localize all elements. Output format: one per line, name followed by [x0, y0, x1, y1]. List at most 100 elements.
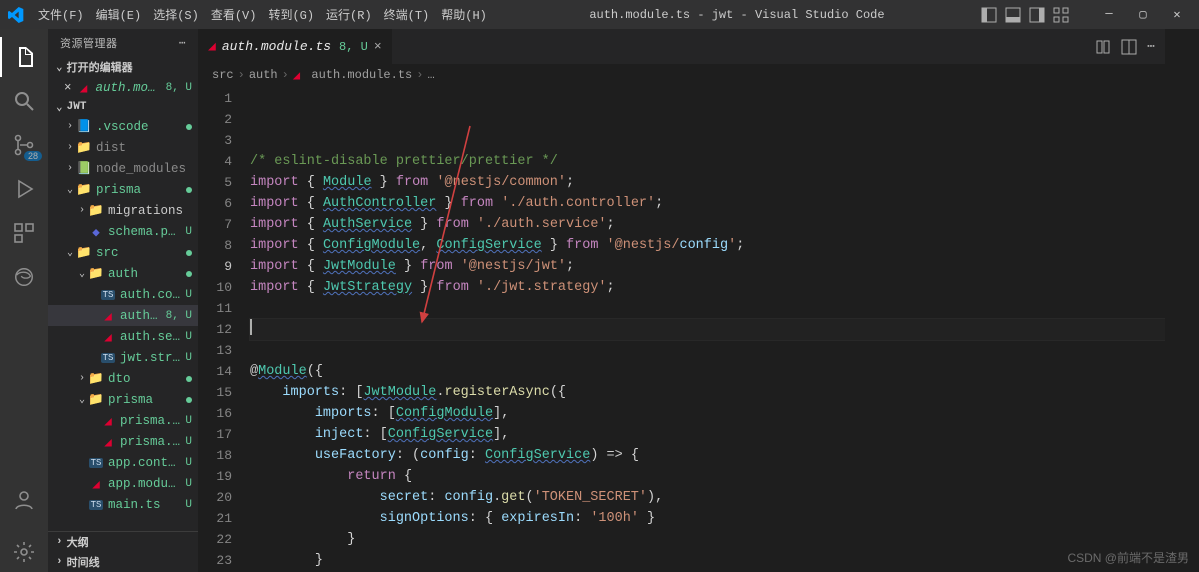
watermark: CSDN @前端不是渣男: [1067, 549, 1189, 566]
folder-icon: 📁: [88, 371, 104, 386]
tree-file[interactable]: TSjwt.strate…U: [48, 347, 198, 368]
menu-goto[interactable]: 转到(G): [262, 6, 320, 23]
window-minimize[interactable]: ─: [1095, 7, 1123, 22]
code-line[interactable]: inject: [ConfigService],: [250, 424, 1165, 445]
code-line[interactable]: import { AuthController } from './auth.c…: [250, 193, 1165, 214]
tree-folder[interactable]: ›📁migrations: [48, 200, 198, 221]
layout-icon-3[interactable]: [1029, 7, 1045, 23]
tab-status: 8, U: [339, 40, 368, 54]
angular-icon: ◢: [100, 434, 116, 450]
tree-folder[interactable]: ⌄📁prisma: [48, 179, 198, 200]
code-line[interactable]: signOptions: { expiresIn: '100h' }: [250, 508, 1165, 529]
code-line[interactable]: import { ConfigModule, ConfigService } f…: [250, 235, 1165, 256]
folder-icon: 📁: [88, 266, 104, 281]
menu-terminal[interactable]: 终端(T): [378, 6, 436, 23]
layout-icon-1[interactable]: [981, 7, 997, 23]
extensions-icon: [12, 221, 36, 245]
code-line[interactable]: [250, 298, 1165, 319]
layout-customize-icon[interactable]: [1053, 7, 1069, 23]
close-icon[interactable]: ×: [64, 81, 72, 95]
more-icon[interactable]: ⋯: [179, 36, 186, 50]
tree-file[interactable]: ◢prisma.ser…U: [48, 431, 198, 452]
tree-file[interactable]: ◢auth.servi…U: [48, 326, 198, 347]
open-editors-section[interactable]: ⌄打开的编辑器: [48, 57, 198, 77]
tree-file[interactable]: TSmain.tsU: [48, 494, 198, 515]
activity-settings[interactable]: [0, 532, 48, 572]
tree-folder[interactable]: ›📁dist: [48, 137, 198, 158]
window-maximize[interactable]: ▢: [1129, 7, 1157, 22]
tab-filename: auth.module.ts: [222, 39, 331, 54]
vscode-logo-icon: [8, 7, 24, 23]
outline-section[interactable]: ›大纲: [48, 531, 198, 552]
tree-folder[interactable]: ›📗node_modules: [48, 158, 198, 179]
menu-view[interactable]: 查看(V): [205, 6, 263, 23]
files-icon: [13, 45, 37, 69]
ts-icon: TS: [100, 353, 116, 363]
edge-icon: [13, 266, 35, 288]
menubar: 文件(F) 编辑(E) 选择(S) 查看(V) 转到(G) 运行(R) 终端(T…: [0, 0, 1199, 29]
folder-icon: 📁: [88, 203, 104, 218]
activity-edge[interactable]: [0, 257, 48, 297]
code-line[interactable]: import { AuthService } from './auth.serv…: [250, 214, 1165, 235]
tree-file[interactable]: ◢app.modul…U: [48, 473, 198, 494]
code-line[interactable]: imports: [ConfigModule],: [250, 403, 1165, 424]
tree-folder[interactable]: ⌄📁src: [48, 242, 198, 263]
gear-icon: [12, 540, 36, 564]
code-line[interactable]: }: [250, 550, 1165, 571]
scm-badge: 28: [24, 151, 42, 161]
project-section[interactable]: ⌄JWT: [48, 98, 198, 116]
tab-auth-module[interactable]: ◢ auth.module.ts 8, U ×: [198, 29, 393, 64]
menu-file[interactable]: 文件(F): [32, 6, 90, 23]
angular-icon: ◢: [100, 413, 116, 429]
tab-close-icon[interactable]: ×: [374, 39, 382, 54]
tree-file[interactable]: ◆schema.pris…U: [48, 221, 198, 242]
tree-file[interactable]: ◢prisma.m…U: [48, 410, 198, 431]
tree-folder[interactable]: ›📘.vscode: [48, 116, 198, 137]
tree-folder[interactable]: ⌄📁auth: [48, 263, 198, 284]
tab-bar: ◢ auth.module.ts 8, U × ⋯: [198, 29, 1165, 64]
ts-icon: TS: [88, 458, 104, 468]
code-line[interactable]: import { JwtStrategy } from './jwt.strat…: [250, 277, 1165, 298]
timeline-section[interactable]: ›时间线: [48, 552, 198, 572]
green-icon: 📗: [76, 161, 92, 176]
window-close[interactable]: ✕: [1163, 7, 1191, 22]
breadcrumbs[interactable]: src› auth› ◢ auth.module.ts› …: [198, 64, 1165, 86]
tree-file[interactable]: TSapp.control…U: [48, 452, 198, 473]
code-line[interactable]: useFactory: (config: ConfigService) => {: [250, 445, 1165, 466]
activity-extensions[interactable]: [0, 213, 48, 253]
activity-explorer[interactable]: [0, 37, 48, 77]
folder-icon: 📁: [76, 182, 92, 197]
split-icon[interactable]: [1121, 39, 1137, 55]
tree-file[interactable]: ◢auth.m…8, U: [48, 305, 198, 326]
debug-icon: [12, 177, 36, 201]
code-line[interactable]: /* eslint-disable prettier/prettier */: [250, 151, 1165, 172]
menu-edit[interactable]: 编辑(E): [90, 6, 148, 23]
menu-help[interactable]: 帮助(H): [435, 6, 493, 23]
code-line[interactable]: secret: config.get('TOKEN_SECRET'),: [250, 487, 1165, 508]
activity-search[interactable]: [0, 81, 48, 121]
code-line[interactable]: import { Module } from '@nestjs/common';: [250, 172, 1165, 193]
code-line[interactable]: return {: [250, 466, 1165, 487]
tree-folder[interactable]: ›📁dto: [48, 368, 198, 389]
code-line[interactable]: import { JwtModule } from '@nestjs/jwt';: [250, 256, 1165, 277]
tree-file[interactable]: TSauth.contr…U: [48, 284, 198, 305]
tree-folder[interactable]: ⌄📁prisma: [48, 389, 198, 410]
angular-icon: ◢: [76, 80, 92, 96]
activity-account[interactable]: [0, 480, 48, 520]
code-line[interactable]: imports: [JwtModule.registerAsync({: [250, 382, 1165, 403]
code-line[interactable]: }: [250, 529, 1165, 550]
code-line[interactable]: [250, 340, 1165, 361]
menu-run[interactable]: 运行(R): [320, 6, 378, 23]
compare-icon[interactable]: [1095, 39, 1111, 55]
activity-scm[interactable]: 28: [0, 125, 48, 165]
code-line[interactable]: @Module({: [250, 361, 1165, 382]
activity-debug[interactable]: [0, 169, 48, 209]
layout-icon-2[interactable]: [1005, 7, 1021, 23]
code-line[interactable]: [250, 319, 1165, 340]
code-editor[interactable]: /* eslint-disable prettier/prettier */im…: [250, 86, 1165, 572]
tab-more-icon[interactable]: ⋯: [1147, 39, 1155, 54]
open-editor-item[interactable]: × ◢ auth.mod… 8, U: [48, 77, 198, 98]
vscode-icon: 📘: [76, 119, 92, 134]
menu-select[interactable]: 选择(S): [147, 6, 205, 23]
folder-icon: 📁: [76, 140, 92, 155]
